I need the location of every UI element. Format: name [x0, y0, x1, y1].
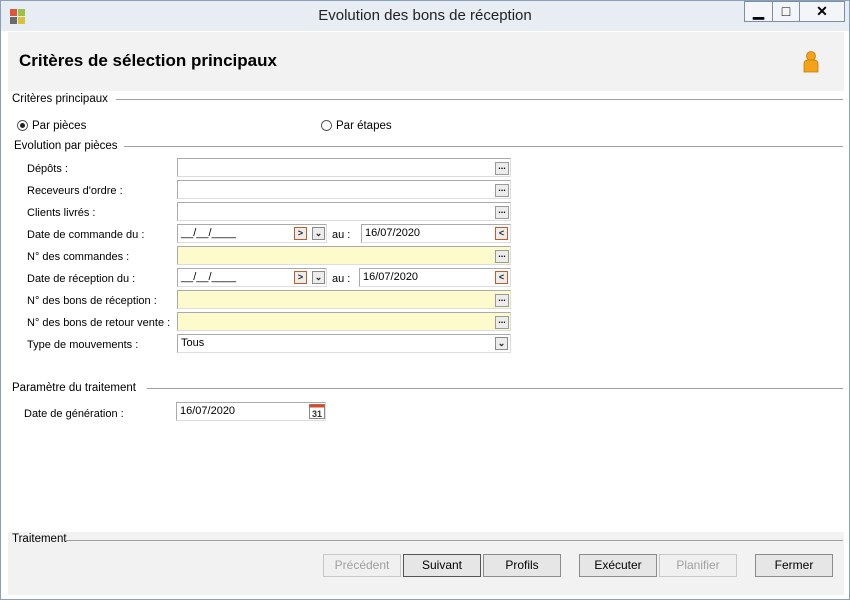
divider [66, 540, 843, 541]
divider [147, 388, 843, 389]
reception-date-prev-icon[interactable]: < [495, 271, 508, 284]
return-numbers-browse-button[interactable]: ... [495, 316, 509, 329]
order-receivers-input[interactable] [177, 180, 511, 199]
reception-date-label: Date de réception du : [27, 273, 136, 285]
reception-numbers-browse-button[interactable]: ... [495, 294, 509, 307]
reception-date-next-icon[interactable]: > [294, 271, 307, 284]
delivered-clients-browse-button[interactable]: ... [495, 206, 509, 219]
section-main-criteria: Critères principaux [12, 93, 108, 105]
movement-type-select[interactable]: Tous [177, 334, 511, 353]
reception-numbers-label: N° des bons de réception : [27, 295, 157, 307]
order-date-au-label: au : [332, 229, 351, 241]
reception-date-au-label: au : [332, 273, 351, 285]
order-date-next-icon[interactable]: > [294, 227, 307, 240]
page-title: Critères de sélection principaux [19, 51, 277, 70]
calendar-day-text: 31 [312, 409, 322, 419]
section-processing: Traitement [12, 533, 67, 545]
movement-type-label: Type de mouvements : [27, 339, 139, 351]
close-icon: ✕ [816, 3, 828, 19]
section-processing-params: Paramètre du traitement [12, 382, 137, 394]
previous-button[interactable]: Précédent [323, 554, 401, 577]
delivered-clients-label: Clients livrés : [27, 207, 96, 219]
order-numbers-browse-button[interactable]: ... [495, 250, 509, 263]
close-window-button[interactable]: ✕ [799, 1, 845, 22]
reception-date-dropdown-icon[interactable]: ⌄ [312, 271, 325, 284]
order-receivers-browse-button[interactable]: ... [495, 184, 509, 197]
order-date-prev-icon[interactable]: < [495, 227, 508, 240]
window-title: Evolution des bons de réception [318, 7, 532, 24]
radio-by-steps[interactable] [321, 120, 332, 131]
schedule-button[interactable]: Planifier [659, 554, 737, 577]
depots-input[interactable] [177, 158, 511, 177]
radio-by-steps-label[interactable]: Par étapes [336, 120, 392, 132]
order-numbers-label: N° des commandes : [27, 251, 130, 263]
user-icon[interactable] [803, 51, 819, 73]
maximize-icon: □ [781, 3, 791, 19]
generation-date-input[interactable]: 16/07/2020 [176, 402, 326, 421]
order-date-to-input[interactable]: 16/07/2020 [361, 224, 511, 243]
order-date-dropdown-icon[interactable]: ⌄ [312, 227, 325, 240]
reception-numbers-input[interactable] [177, 290, 511, 309]
header-panel: Critères de sélection principaux [8, 32, 844, 91]
reception-date-to-input[interactable]: 16/07/2020 [359, 268, 511, 287]
next-button[interactable]: Suivant [403, 554, 481, 577]
order-date-label: Date de commande du : [27, 229, 145, 241]
main-window: Evolution des bons de réception ▁ □ ✕ Cr… [0, 0, 850, 600]
generation-date-label: Date de génération : [24, 408, 124, 420]
title-bar: Evolution des bons de réception ▁ □ ✕ [1, 1, 849, 31]
section-evolution: Evolution par pièces [14, 140, 118, 152]
delivered-clients-input[interactable] [177, 202, 511, 221]
maximize-button[interactable]: □ [772, 1, 800, 22]
profiles-button[interactable]: Profils [483, 554, 561, 577]
minimize-icon: ▁ [753, 3, 764, 19]
execute-button[interactable]: Exécuter [579, 554, 657, 577]
divider [124, 146, 843, 147]
order-receivers-label: Receveurs d'ordre : [27, 185, 123, 197]
radio-by-parts[interactable] [17, 120, 28, 131]
calendar-icon[interactable]: 31 [309, 404, 325, 419]
radio-by-parts-label[interactable]: Par pièces [32, 120, 86, 132]
depots-label: Dépôts : [27, 163, 68, 175]
return-numbers-input[interactable] [177, 312, 511, 331]
close-button[interactable]: Fermer [755, 554, 833, 577]
depots-browse-button[interactable]: ... [495, 162, 509, 175]
divider [116, 99, 843, 100]
return-numbers-label: N° des bons de retour vente : [27, 317, 171, 329]
order-numbers-input[interactable] [177, 246, 511, 265]
chevron-down-icon[interactable]: ⌄ [495, 337, 508, 350]
minimize-button[interactable]: ▁ [744, 1, 773, 22]
